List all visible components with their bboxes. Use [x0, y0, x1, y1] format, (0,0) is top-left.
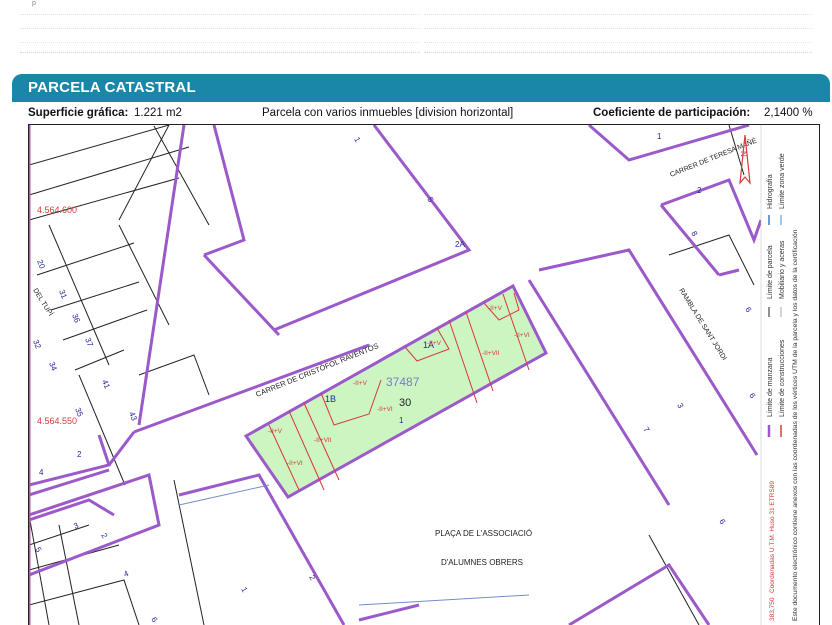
street-tupi: DEL TUPÍ — [31, 286, 55, 317]
house-number: 3 — [72, 521, 80, 531]
house-number: 6 — [149, 616, 159, 625]
parcel-id: 37487 — [386, 375, 420, 389]
cadastral-map: 4.564.600 4.564.550 CARRER DE CRISTÒFOL … — [28, 124, 820, 625]
legend-mobiliario: Mobiliario y aceras — [779, 240, 786, 299]
house-number: 34 — [47, 360, 59, 372]
parcel-description: Parcela con varios inmuebles [division h… — [262, 107, 514, 119]
legend-limite-zona-verde: Límite zona verde — [779, 153, 786, 209]
coordinate-system: Coordenadas U.T.M. Huso 31 ETRS89 — [769, 481, 776, 593]
house-number: 41 — [100, 378, 112, 390]
house-number: 2 — [697, 186, 702, 195]
floor-label: -II+VI — [514, 332, 530, 339]
floor-label: -II+V — [488, 305, 503, 312]
house-number: 2 — [77, 450, 82, 459]
placa-line2: D'ALUMNES OBRERS — [441, 558, 523, 567]
house-number: 37 — [83, 336, 95, 348]
floor-label: -II+VII — [482, 350, 500, 357]
coord-label-top: 4.564.600 — [37, 205, 77, 215]
section-header: PARCELA CATASTRAL — [12, 74, 830, 102]
house-number: 20 — [35, 258, 47, 270]
floor-label: -II+VI — [377, 406, 393, 413]
legend-limite-parcela: Límite de parcela — [767, 245, 774, 299]
certification-note: Este documento electrónico contiene anex… — [792, 229, 799, 621]
coefficient-value: 2,1400 % — [764, 107, 813, 119]
coord-label-bottom: 4.564.550 — [37, 416, 77, 426]
surface-value: 1.221 m2 — [134, 107, 182, 119]
previous-table-left — [20, 0, 420, 53]
scale-label: 383,750 — [769, 597, 776, 621]
previous-section-area: p — [0, 0, 832, 72]
map-drawing: 4.564.600 4.564.550 CARRER DE CRISTÒFOL … — [29, 125, 819, 625]
north-label: N — [739, 151, 748, 157]
street-rambla: RAMBLA DE SANT JORDI — [677, 287, 727, 362]
house-number: 2 — [99, 532, 109, 541]
house-number: 8 — [689, 230, 699, 239]
previous-table-right — [424, 0, 812, 53]
house-number: 1 — [239, 586, 249, 595]
house-number: 3 — [675, 402, 685, 411]
house-number: 31 — [57, 288, 69, 300]
parcel-number: 30 — [399, 397, 411, 409]
house-number: 7 — [641, 426, 651, 435]
floor-label: -II+VII — [314, 437, 332, 444]
house-number: 2A — [455, 240, 465, 249]
parcel-info-row: Superficie gráfica: 1.221 m2 Parcela con… — [28, 107, 818, 123]
floor-label: -II+VI — [287, 460, 303, 467]
house-number: 6 — [717, 518, 727, 527]
floor-label: -II+V — [427, 340, 442, 347]
floor-label: -II+V — [268, 428, 283, 435]
map-legend: Límite de manzana Límite de parcela Hidr… — [760, 125, 819, 625]
house-number: 36 — [70, 312, 82, 324]
house-number: 4 — [122, 569, 130, 579]
subparcel-1b: 1B — [325, 394, 336, 404]
house-number: 2 — [307, 574, 317, 583]
house-number: 4 — [39, 468, 44, 477]
legend-limite-construcciones: Límite de construcciones — [779, 339, 786, 417]
section-title: PARCELA CATASTRAL — [28, 79, 196, 96]
house-number: 1 — [352, 136, 362, 145]
surface-label: Superficie gráfica: — [28, 107, 129, 119]
house-number: 6 — [747, 392, 757, 401]
house-number: 32 — [31, 338, 43, 350]
placa-line1: PLAÇA DE L'ASSOCIACIÓ — [435, 529, 532, 538]
house-number: 1 — [657, 132, 662, 141]
floor-label: -II+V — [353, 380, 368, 387]
legend-limite-manzana: Límite de manzana — [767, 357, 774, 417]
map-labels: 4.564.600 4.564.550 CARRER DE CRISTÒFOL … — [31, 132, 758, 624]
legend-hidrografia: Hidrografía — [767, 174, 774, 209]
house-number: 1 — [399, 416, 404, 425]
house-number: 43 — [127, 410, 139, 422]
coefficient-label: Coeficiente de participación: — [593, 107, 751, 119]
house-number: 6 — [743, 306, 753, 315]
